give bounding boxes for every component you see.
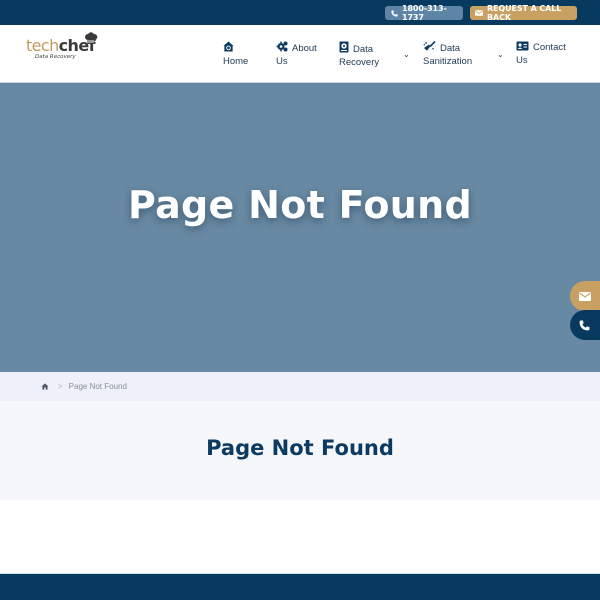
top-bar: 1800-313-1737 REQUEST A CALL BACK xyxy=(0,0,600,25)
nav-label-about-line1: About xyxy=(292,43,317,54)
nav-label-data-recovery-line2: Recovery xyxy=(339,57,380,68)
site-header: techchef Data Recovery Home About Us Dat… xyxy=(0,25,600,83)
site-footer xyxy=(0,573,600,600)
phone-icon xyxy=(391,9,398,17)
page-title: Page Not Found xyxy=(206,436,394,460)
floating-phone-button[interactable] xyxy=(570,310,600,340)
nav-item-contact-us[interactable]: Contact Us xyxy=(516,41,566,67)
request-call-back-button[interactable]: REQUEST A CALL BACK xyxy=(470,4,577,22)
nav-label-about-line2: Us xyxy=(276,56,288,67)
chevron-down-icon[interactable]: ⌄ xyxy=(403,50,410,59)
breadcrumb: > Page Not Found xyxy=(0,372,600,401)
nav-item-data-recovery[interactable]: Data Recovery xyxy=(339,41,379,69)
nav-label-home: Home xyxy=(223,56,249,67)
phone-number: 1800-313-1737 xyxy=(402,4,447,22)
envelope-icon xyxy=(475,10,483,16)
chevron-down-icon[interactable]: ⌄ xyxy=(497,50,504,59)
page-title-section: Page Not Found xyxy=(0,401,600,500)
nav-label-data-sanitization-line2: Sanitization xyxy=(423,56,473,67)
home-icon xyxy=(223,41,234,52)
nav-item-about-us[interactable]: About Us xyxy=(276,41,317,68)
breadcrumb-current: Page Not Found xyxy=(68,382,127,391)
floating-email-button[interactable] xyxy=(570,281,600,311)
hero-title: Page Not Found xyxy=(127,183,472,227)
nav-item-data-sanitization[interactable]: Data Sanitization xyxy=(423,41,472,68)
envelope-icon xyxy=(579,291,591,301)
logo-tagline: Data Recovery xyxy=(35,54,76,60)
home-icon[interactable] xyxy=(41,383,49,390)
request-call-back-label: REQUEST A CALL BACK xyxy=(487,4,562,22)
techchef-logo[interactable]: techchef Data Recovery xyxy=(26,32,106,66)
phone-button[interactable]: 1800-313-1737 xyxy=(385,4,463,22)
contact-card-icon xyxy=(516,41,529,51)
nav-item-home[interactable]: Home xyxy=(223,41,248,68)
hero-banner: Page Not Found xyxy=(0,83,600,372)
gears-icon xyxy=(276,41,288,52)
nav-label-data-recovery-line1: Data xyxy=(353,44,374,55)
logo-text-tech: tech xyxy=(26,36,59,55)
nav-label-contact-line1: Contact xyxy=(533,42,566,53)
phone-icon xyxy=(579,320,590,330)
nav-label-data-sanitization-line1: Data xyxy=(440,43,461,54)
breadcrumb-separator: > xyxy=(58,382,63,391)
hard-drive-icon xyxy=(339,41,349,53)
nav-label-contact-line2: Us xyxy=(516,55,528,66)
chef-hat-icon xyxy=(85,32,98,44)
broom-icon xyxy=(423,41,436,51)
